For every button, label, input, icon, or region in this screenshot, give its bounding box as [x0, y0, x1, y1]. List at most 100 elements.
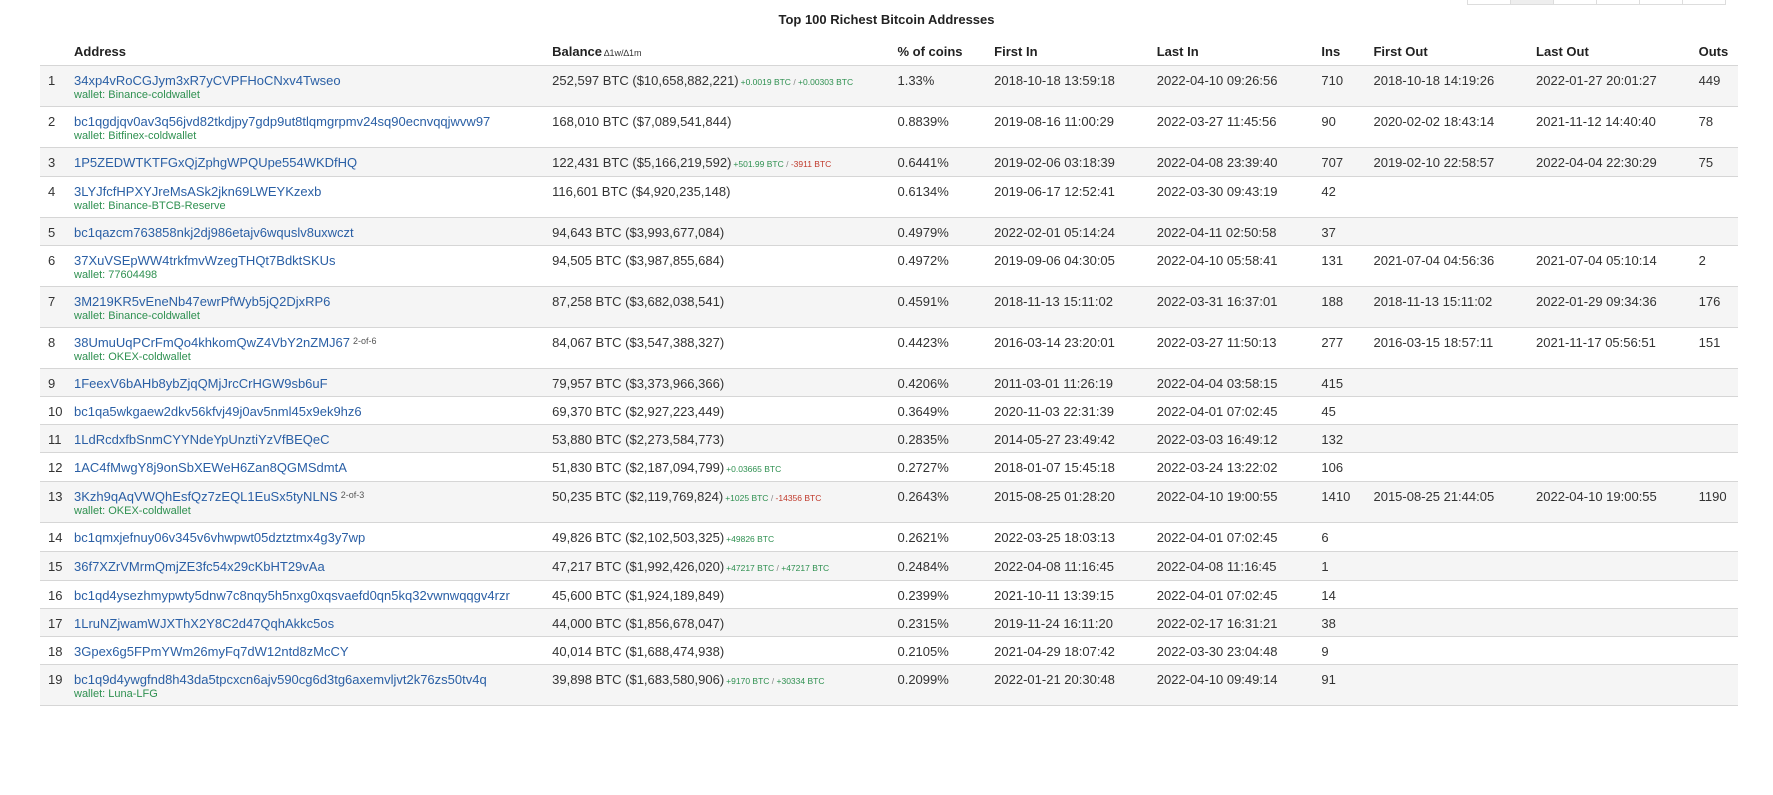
header-outs[interactable]: Outs [1699, 38, 1738, 66]
pagination-button[interactable] [1639, 0, 1683, 5]
header-balance[interactable]: Balance ∆1w/∆1m [552, 38, 897, 66]
first-in-cell: 2015-08-25 01:28:20 [994, 481, 1157, 523]
address-link[interactable]: 37XuVSEpWW4trkfmvWzegTHQt7BdktSKUs [74, 253, 336, 268]
address-link[interactable]: bc1qmxjefnuy06v345v6vhwpwt05dztztmx4g3y7… [74, 530, 365, 545]
first-in-cell: 2022-02-01 05:14:24 [994, 217, 1157, 246]
percent-cell: 0.4423% [897, 327, 995, 369]
wallet-link[interactable]: wallet: OKEX-coldwallet [74, 351, 191, 363]
address-link[interactable]: bc1qazcm763858nkj2dj986etajv6wquslv8uxwc… [74, 225, 354, 240]
address-link[interactable]: bc1q9d4ywgfnd8h43da5tpcxcn6ajv590cg6d3tg… [74, 672, 487, 687]
first-in-cell: 2018-01-07 15:45:18 [994, 452, 1157, 482]
last-in-cell: 2022-04-01 07:02:45 [1156, 522, 1322, 552]
balance-cell: 79,957 BTC ($3,373,966,366) [552, 368, 898, 397]
balance-value: 45,600 BTC ($1,924,189,849) [552, 588, 725, 603]
page-title: Top 100 Richest Bitcoin Addresses [778, 12, 995, 27]
address-link[interactable]: 3Kzh9qAqVWQhEsfQz7zEQL1EuSx5tyNLNS [74, 489, 338, 504]
wallet-link[interactable]: wallet: OKEX-coldwallet [74, 505, 191, 517]
outs-cell [1698, 636, 1738, 665]
address-link[interactable]: 1AC4fMwgY8j9onSbXEWeH6Zan8QGMSdmtA [74, 460, 347, 475]
ins-cell: 1410 [1321, 481, 1374, 523]
address-cell: 3LYJfcfHPXYJreMsASk2jkn69LWEYKzexb wallet… [74, 176, 553, 218]
header-address[interactable]: Address [74, 38, 552, 66]
pagination-button[interactable] [1467, 0, 1511, 5]
first-in-cell: 2022-01-21 20:30:48 [994, 664, 1157, 706]
address-link[interactable]: 34xp4vRoCGJym3xR7yCVPFHoCNxv4Twseo [74, 73, 341, 88]
pagination-button-active[interactable] [1510, 0, 1554, 5]
header-first-in[interactable]: First In [994, 38, 1157, 66]
ins-cell: 415 [1321, 368, 1374, 397]
first-out-cell [1373, 636, 1537, 665]
address-link[interactable]: bc1qgdjqv0av3q56jvd82tkdjpy7gdp9ut8tlqmg… [74, 114, 490, 129]
address-link[interactable]: 1FeexV6bAHb8ybZjqQMjJrcCrHGW9sb6uF [74, 376, 328, 391]
address-cell: bc1qa5wkgaew2dkv56kfvj49j0av5nml45x9ek9h… [74, 396, 553, 425]
delta-separator: / [783, 159, 791, 169]
rank-cell: 15 [40, 551, 74, 581]
address-link[interactable]: 1LruNZjwamWJXThX2Y8C2d47QqhAkkc5os [74, 616, 334, 631]
address-link[interactable]: bc1qd4ysezhmypwty5dnw7c8nqy5h5nxg0xqsvae… [74, 588, 510, 603]
ins-cell: 14 [1321, 580, 1374, 609]
wallet-link[interactable]: wallet: Bitfinex-coldwallet [74, 130, 196, 142]
header-last-in[interactable]: Last In [1157, 38, 1322, 66]
outs-cell: 75 [1698, 147, 1738, 177]
pagination-button[interactable] [1682, 0, 1726, 5]
header-percent[interactable]: % of coins [897, 38, 994, 66]
address-link[interactable]: 3M219KR5vEneNb47ewrPfWyb5jQ2DjxRP6 [74, 294, 330, 309]
address-cell: bc1q9d4ywgfnd8h43da5tpcxcn6ajv590cg6d3tg… [74, 664, 553, 706]
header-ins[interactable]: Ins [1321, 38, 1373, 66]
address-link[interactable]: 3Gpex6g5FPmYWm26myFq7dW12ntd8zMcCY [74, 644, 349, 659]
balance-delta: +9170 BTC / +30334 BTC [726, 676, 824, 686]
delta-1m: +0.00303 BTC [798, 77, 854, 87]
pagination-button[interactable] [1596, 0, 1640, 5]
balance-value: 122,431 BTC ($5,166,219,592) [552, 155, 732, 170]
address-link[interactable]: 36f7XZrVMrmQmjZE3fc54x29cKbHT29vAa [74, 559, 325, 574]
address-link[interactable]: bc1qa5wkgaew2dkv56kfvj49j0av5nml45x9ek9h… [74, 404, 362, 419]
ins-cell: 6 [1321, 522, 1374, 552]
delta-1w: +9170 BTC [726, 676, 770, 686]
pagination-button[interactable] [1553, 0, 1597, 5]
last-in-cell: 2022-04-04 03:58:15 [1156, 368, 1322, 397]
rank-cell: 6 [40, 245, 74, 287]
rank-cell: 4 [40, 176, 74, 218]
percent-cell: 0.4591% [897, 286, 995, 328]
address-cell: 3M219KR5vEneNb47ewrPfWyb5jQ2DjxRP6 wallet… [74, 286, 553, 328]
address-cell: bc1qgdjqv0av3q56jvd82tkdjpy7gdp9ut8tlqmg… [74, 106, 553, 148]
outs-cell: 449 [1698, 65, 1738, 107]
header-first-out[interactable]: First Out [1373, 38, 1536, 66]
last-out-cell [1536, 522, 1699, 552]
delta-1w: +0.03665 BTC [726, 464, 782, 474]
rank-cell: 3 [40, 147, 74, 177]
first-in-cell: 2018-11-13 15:11:02 [994, 286, 1157, 328]
first-out-cell [1373, 424, 1537, 453]
balance-value: 44,000 BTC ($1,856,678,047) [552, 616, 725, 631]
wallet-link[interactable]: wallet: Binance-coldwallet [74, 310, 200, 322]
percent-cell: 0.2621% [897, 522, 995, 552]
table-row: 1 34xp4vRoCGJym3xR7yCVPFHoCNxv4Twseo walle… [40, 65, 1738, 107]
outs-cell [1698, 452, 1738, 482]
first-out-cell [1373, 452, 1537, 482]
first-out-cell: 2015-08-25 21:44:05 [1373, 481, 1537, 523]
balance-value: 53,880 BTC ($2,273,584,773) [552, 432, 725, 447]
first-out-cell [1373, 176, 1537, 218]
rank-cell: 18 [40, 636, 74, 665]
ins-cell: 1 [1321, 551, 1374, 581]
address-link[interactable]: 1P5ZEDWTKTFGxQjZphgWPQUpe554WKDfHQ [74, 155, 357, 170]
percent-cell: 0.4979% [897, 217, 995, 246]
header-last-out[interactable]: Last Out [1536, 38, 1699, 66]
balance-cell: 116,601 BTC ($4,920,235,148) [552, 176, 898, 218]
table-row: 6 37XuVSEpWW4trkfmvWzegTHQt7BdktSKUs walle… [40, 245, 1738, 287]
first-out-cell: 2020-02-02 18:43:14 [1373, 106, 1537, 148]
address-link[interactable]: 1LdRcdxfbSnmCYYNdeYpUnztiYzVfBEQeC [74, 432, 330, 447]
header-delta-label: ∆1w/∆1m [604, 48, 642, 58]
first-out-cell: 2021-07-04 04:56:36 [1373, 245, 1537, 287]
balance-cell: 40,014 BTC ($1,688,474,938) [552, 636, 898, 665]
wallet-link[interactable]: wallet: Binance-BTCB-Reserve [74, 200, 226, 212]
wallet-link[interactable]: wallet: 77604498 [74, 269, 157, 281]
wallet-link[interactable]: wallet: Luna-LFG [74, 688, 158, 700]
rank-cell: 8 [40, 327, 74, 369]
last-in-cell: 2022-04-08 23:39:40 [1156, 147, 1322, 177]
wallet-label: wallet: Binance-coldwallet [74, 310, 552, 323]
wallet-link[interactable]: wallet: Binance-coldwallet [74, 89, 200, 101]
outs-cell [1698, 368, 1738, 397]
address-link[interactable]: 38UmuUqPCrFmQo4khkomQwZ4VbY2nZMJ67 [74, 335, 350, 350]
address-link[interactable]: 3LYJfcfHPXYJreMsASk2jkn69LWEYKzexb [74, 184, 321, 199]
